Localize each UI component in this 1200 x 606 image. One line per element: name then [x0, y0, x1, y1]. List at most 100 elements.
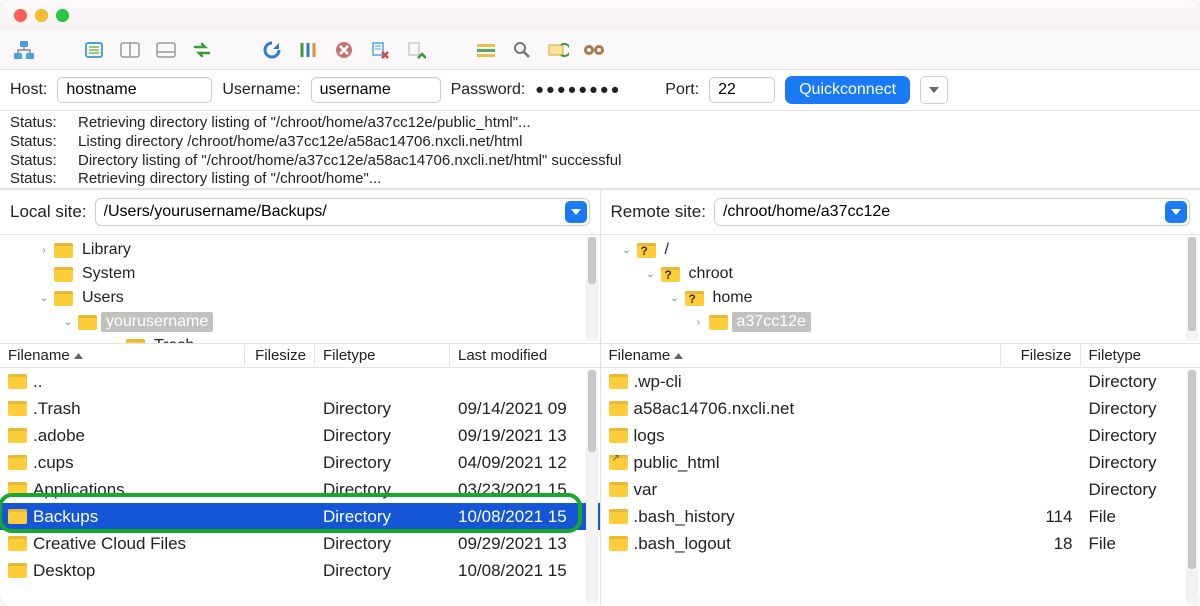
- col-filetype[interactable]: Filetype: [1081, 345, 1200, 366]
- folder-icon: [78, 315, 97, 330]
- scrollbar[interactable]: [586, 370, 598, 604]
- table-row[interactable]: .bash_history114File: [601, 503, 1200, 530]
- folder-icon: [609, 509, 628, 524]
- password-label: Password:: [451, 81, 526, 99]
- folder-icon: [8, 482, 27, 497]
- remote-list-header: Filename Filesize Filetype: [601, 344, 1200, 368]
- table-row[interactable]: ↗public_htmlDirectory: [601, 449, 1200, 476]
- scrollbar[interactable]: [1186, 237, 1198, 341]
- tree-item[interactable]: System: [0, 262, 600, 286]
- search-icon[interactable]: [508, 37, 536, 63]
- toolbar: [0, 30, 1200, 70]
- sync-browse-icon[interactable]: [188, 37, 216, 63]
- username-input[interactable]: [311, 77, 441, 103]
- remote-site-input[interactable]: [714, 198, 1190, 226]
- folder-icon: [709, 315, 728, 330]
- tree-item[interactable]: ⌄home: [601, 286, 1200, 310]
- password-input[interactable]: ●●●●●●●●: [535, 82, 655, 98]
- titlebar: [0, 0, 1200, 30]
- folder-icon: [8, 509, 27, 524]
- host-label: Host:: [10, 81, 47, 99]
- folder-icon: [8, 401, 27, 416]
- process-queue-icon[interactable]: [294, 37, 322, 63]
- sort-asc-icon: [674, 353, 683, 359]
- table-row[interactable]: BackupsDirectory10/08/2021 15: [0, 503, 600, 530]
- tree-item[interactable]: ⌄chroot: [601, 262, 1200, 286]
- log-line: Status:Retrieving directory listing of "…: [10, 170, 1190, 189]
- col-filetype[interactable]: Filetype: [315, 345, 450, 366]
- col-filename[interactable]: Filename: [601, 345, 1001, 366]
- folder-icon: [8, 374, 27, 389]
- scrollbar[interactable]: [586, 237, 598, 341]
- folder-icon: [637, 243, 656, 258]
- folder-icon: [54, 291, 73, 306]
- folder-icon: [8, 536, 27, 551]
- table-row[interactable]: ..: [0, 368, 600, 395]
- scrollbar[interactable]: [1186, 370, 1198, 604]
- remote-site-dropdown[interactable]: [1165, 201, 1187, 223]
- log-line: Status:Listing directory /chroot/home/a3…: [10, 133, 1190, 152]
- table-row[interactable]: .cupsDirectory04/09/2021 12: [0, 449, 600, 476]
- tree-item[interactable]: ⌄yourusername: [0, 310, 600, 334]
- folder-icon: [8, 428, 27, 443]
- port-label: Port:: [665, 81, 699, 99]
- tree-item[interactable]: Trash: [0, 334, 600, 344]
- host-input[interactable]: [57, 77, 212, 103]
- reconnect-icon[interactable]: [402, 37, 430, 63]
- log-line: Status:Directory listing of "/chroot/hom…: [10, 152, 1190, 171]
- col-modified[interactable]: Last modified: [450, 345, 600, 366]
- table-row[interactable]: .TrashDirectory09/14/2021 09: [0, 395, 600, 422]
- message-log: Status:Retrieving directory listing of "…: [0, 111, 1200, 189]
- compare-icon[interactable]: [544, 37, 572, 63]
- local-site-dropdown[interactable]: [565, 201, 587, 223]
- folder-icon: [8, 563, 27, 578]
- sitemanager-icon[interactable]: [10, 37, 38, 63]
- folder-icon: [54, 267, 73, 282]
- toggle-queue-icon[interactable]: [152, 37, 180, 63]
- toggle-localtree-icon[interactable]: [116, 37, 144, 63]
- table-row[interactable]: .bash_logout18File: [601, 530, 1200, 557]
- username-label: Username:: [222, 81, 300, 99]
- local-site-input[interactable]: [95, 198, 590, 226]
- table-row[interactable]: a58ac14706.nxcli.netDirectory: [601, 395, 1200, 422]
- folder-icon: [609, 401, 628, 416]
- remote-tree[interactable]: ⌄/⌄chroot⌄home›a37cc12e: [601, 234, 1200, 344]
- tree-item[interactable]: ›a37cc12e: [601, 310, 1200, 334]
- cancel-icon[interactable]: [330, 37, 358, 63]
- table-row[interactable]: .adobeDirectory09/19/2021 13: [0, 422, 600, 449]
- local-list-header: Filename Filesize Filetype Last modified: [0, 344, 600, 368]
- find-icon[interactable]: [580, 37, 608, 63]
- remote-site-label: Remote site:: [611, 202, 706, 222]
- toggle-log-icon[interactable]: [80, 37, 108, 63]
- local-file-list[interactable]: ...TrashDirectory09/14/2021 09.adobeDire…: [0, 368, 600, 606]
- folder-icon: [609, 536, 628, 551]
- filter-icon[interactable]: [472, 37, 500, 63]
- table-row[interactable]: .wp-cliDirectory: [601, 368, 1200, 395]
- tree-item[interactable]: ›Library: [0, 238, 600, 262]
- folder-icon: [126, 339, 145, 345]
- col-filename[interactable]: Filename: [0, 345, 245, 366]
- table-row[interactable]: varDirectory: [601, 476, 1200, 503]
- minimize-icon[interactable]: [35, 9, 48, 22]
- refresh-icon[interactable]: [258, 37, 286, 63]
- sort-asc-icon: [74, 353, 83, 359]
- port-input[interactable]: [709, 77, 775, 103]
- col-filesize[interactable]: Filesize: [1001, 345, 1081, 366]
- col-filesize[interactable]: Filesize: [245, 345, 315, 366]
- table-row[interactable]: Creative Cloud FilesDirectory09/29/2021 …: [0, 530, 600, 557]
- zoom-icon[interactable]: [56, 9, 69, 22]
- close-icon[interactable]: [14, 9, 27, 22]
- quickconnect-bar: Host: Username: Password: ●●●●●●●● Port:…: [0, 70, 1200, 111]
- local-tree[interactable]: ›LibrarySystem⌄Users⌄yourusernameTrash: [0, 234, 600, 344]
- panes: Local site: ›LibrarySystem⌄Users⌄youruse…: [0, 189, 1200, 606]
- quickconnect-dropdown[interactable]: [920, 76, 948, 104]
- tree-item[interactable]: ⌄/: [601, 238, 1200, 262]
- local-pane: Local site: ›LibrarySystem⌄Users⌄youruse…: [0, 190, 601, 606]
- table-row[interactable]: DesktopDirectory10/08/2021 15: [0, 557, 600, 584]
- remote-file-list[interactable]: .wp-cliDirectorya58ac14706.nxcli.netDire…: [601, 368, 1200, 606]
- table-row[interactable]: ApplicationsDirectory03/23/2021 15: [0, 476, 600, 503]
- quickconnect-button[interactable]: Quickconnect: [785, 76, 910, 104]
- disconnect-icon[interactable]: [366, 37, 394, 63]
- tree-item[interactable]: ⌄Users: [0, 286, 600, 310]
- table-row[interactable]: logsDirectory: [601, 422, 1200, 449]
